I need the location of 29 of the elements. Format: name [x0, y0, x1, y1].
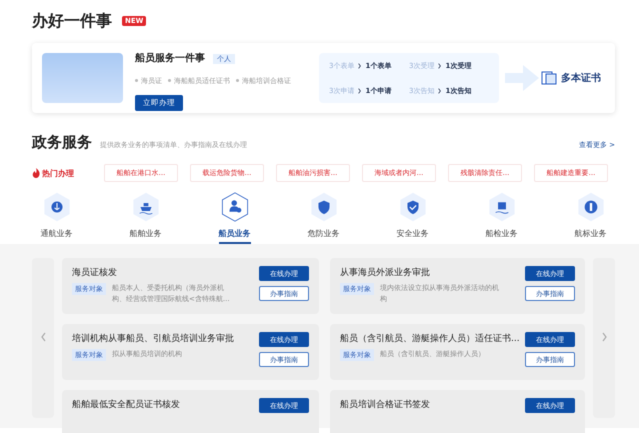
chevron-left-icon	[40, 332, 46, 342]
service-title: 海员证核发	[72, 266, 118, 279]
chevron-right-icon	[358, 62, 362, 68]
chevron-right-icon	[358, 88, 362, 94]
category-tab[interactable]: 危防业务	[308, 228, 340, 244]
category-tab[interactable]: 安全业务	[396, 228, 428, 244]
service-title: 船员（含引航员、游艇操作人员）适任证书...	[340, 332, 521, 345]
right-arrow-icon	[505, 65, 539, 91]
chevron-right-icon	[602, 332, 606, 342]
feature-title: 船员服务一件事	[135, 52, 205, 64]
service-title: 船员培训合格证书签发	[340, 398, 431, 411]
section-heading: 办好一件事	[32, 10, 112, 32]
result-label: 多本证书	[561, 72, 601, 85]
flame-icon	[32, 168, 40, 178]
category-tab[interactable]: 船舶业务	[130, 228, 162, 244]
chevron-right-icon	[438, 88, 442, 94]
chevron-right-icon	[438, 62, 442, 68]
hot-label: 热门办理	[42, 168, 75, 178]
bullet-icon	[168, 78, 171, 82]
service-title: 培训机构从事船员、引航员培训业务审批	[72, 332, 235, 345]
bullet-icon	[135, 78, 138, 82]
category-tab[interactable]: 船检业务	[486, 228, 518, 244]
bullet-icon	[236, 78, 239, 82]
category-tab[interactable]: 航标业务	[574, 228, 606, 244]
category-tab[interactable]: 通航业务	[40, 228, 72, 244]
section-heading: 政务服务	[32, 133, 92, 152]
certificate-icon	[541, 71, 557, 85]
service-title: 从事海员外派业务审批	[340, 266, 431, 279]
service-title: 船舶最低安全配员证书核发	[72, 398, 181, 411]
